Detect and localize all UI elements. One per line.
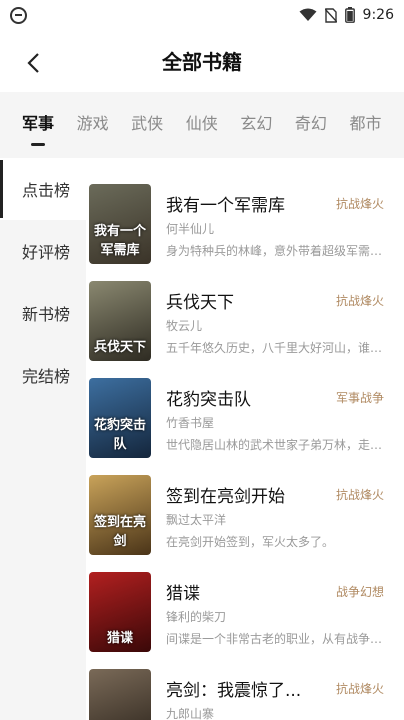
- sidebar-item-3[interactable]: 完结榜: [0, 344, 86, 406]
- book-author: 牧云儿: [166, 319, 203, 333]
- book-cover-title: 花豹突击队: [93, 418, 146, 452]
- tab-2[interactable]: 武侠: [131, 92, 186, 158]
- book-title: 花豹突击队: [166, 390, 251, 410]
- book-list-item[interactable]: 兵伐天下兵伐天下抗战烽火牧云儿五千年悠久历史，八千里大好河山，谁敢犯我中华: [86, 255, 404, 361]
- book-genre-tag: 军事战争: [335, 391, 384, 405]
- no-sim-icon: [324, 7, 337, 23]
- tab-label: 仙侠: [185, 114, 218, 133]
- book-title: 签到在亮剑开始: [166, 487, 285, 507]
- book-author: 九郎山寨: [166, 707, 215, 720]
- tab-5[interactable]: 奇幻: [295, 92, 350, 158]
- book-author: 锋利的柴刀: [166, 610, 227, 624]
- book-cover-title: 我有一个军需库: [93, 224, 146, 258]
- book-cover-image: 花豹突击队: [89, 378, 151, 458]
- book-list-item[interactable]: 我有一个军需库 我有一个军需库 抗战烽火 何半仙儿 身为特种兵的林峰，意外带着超级军需库…: [86, 158, 404, 264]
- book-cover-image: 亮剑: [89, 669, 151, 720]
- page-title: 全部书籍: [162, 50, 242, 74]
- book-author: 何半仙儿: [166, 222, 215, 236]
- battery-icon: [344, 7, 355, 23]
- tab-6[interactable]: 都市: [349, 92, 404, 158]
- wifi-icon: [299, 8, 317, 21]
- book-title: 亮剑：我震惊了...: [166, 681, 302, 701]
- status-icons: 9:26: [299, 5, 394, 25]
- book-genre-tag: 战争幻想: [335, 585, 384, 599]
- book-cover-title: 签到在亮剑: [93, 515, 146, 549]
- book-title: 猎谍: [166, 584, 200, 604]
- book-author: 飘过太平洋: [166, 513, 227, 527]
- book-genre-tag: 抗战烽火: [335, 488, 384, 502]
- book-list-item[interactable]: 花豹突击队 花豹突击队 军事战争 竹香书屋 世代隐居山林的武术世家子弟万林，走出大山: [86, 352, 404, 458]
- book-cover-image: 我有一个军需库: [89, 184, 151, 264]
- tab-label: 玄幻: [240, 114, 273, 133]
- tab-3[interactable]: 仙侠: [186, 92, 241, 158]
- sidebar-item-0[interactable]: 点击榜: [0, 158, 86, 220]
- book-cover-image: 猎谍: [89, 572, 151, 652]
- book-genre-tag: 抗战烽火: [335, 294, 384, 308]
- tab-4[interactable]: 玄幻: [240, 92, 295, 158]
- tab-active-indicator: [31, 143, 45, 146]
- tab-0[interactable]: 军事: [22, 92, 77, 158]
- book-title: 兵伐天下: [166, 293, 234, 313]
- tab-label: 奇幻: [294, 114, 327, 133]
- book-cover-image: 兵伐天下: [89, 281, 151, 361]
- book-genre-tag: 抗战烽火: [335, 197, 384, 211]
- sidebar-item-1[interactable]: 好评榜: [0, 220, 86, 282]
- notification-icon: [10, 7, 27, 24]
- tab-1[interactable]: 游戏: [77, 92, 132, 158]
- book-author: 竹香书屋: [166, 416, 215, 430]
- book-list[interactable]: 我有一个军需库 我有一个军需库 抗战烽火 何半仙儿 身为特种兵的林峰，意外带着超级军需库…: [86, 158, 404, 720]
- book-cover-image: 签到在亮剑: [89, 475, 151, 555]
- tab-label: 都市: [349, 114, 382, 133]
- book-title: 我有一个军需库: [166, 196, 285, 216]
- status-time: 9:26: [362, 7, 394, 23]
- tab-label: 军事: [22, 114, 55, 133]
- book-list-item[interactable]: 签到在亮剑 签到在亮剑开始 抗战烽火 飘过太平洋 在亮剑开始签到，军火太多了。: [86, 449, 404, 555]
- header: 全部书籍: [0, 34, 404, 90]
- book-list-item[interactable]: 猎谍猎谍战争幻想锋利的柴刀间谍是一个非常古老的职业，从有战争开始就有了它: [86, 546, 404, 652]
- book-genre-tag: 抗战烽火: [335, 682, 384, 696]
- tab-label: 武侠: [131, 114, 164, 133]
- tab-label: 游戏: [76, 114, 109, 133]
- status-bar: 9:26: [0, 0, 404, 30]
- sidebar-item-2[interactable]: 新书榜: [0, 282, 86, 344]
- rank-sidebar: 点击榜 好评榜 新书榜 完结榜: [0, 158, 86, 720]
- category-tabs-bar[interactable]: 军事 游戏 武侠 仙侠 玄幻 奇幻 都市: [0, 92, 404, 158]
- book-list-item[interactable]: 亮剑亮剑：我震惊了...抗战烽火九郎山寨穿越到亮剑世界，我震惊了: [86, 643, 404, 720]
